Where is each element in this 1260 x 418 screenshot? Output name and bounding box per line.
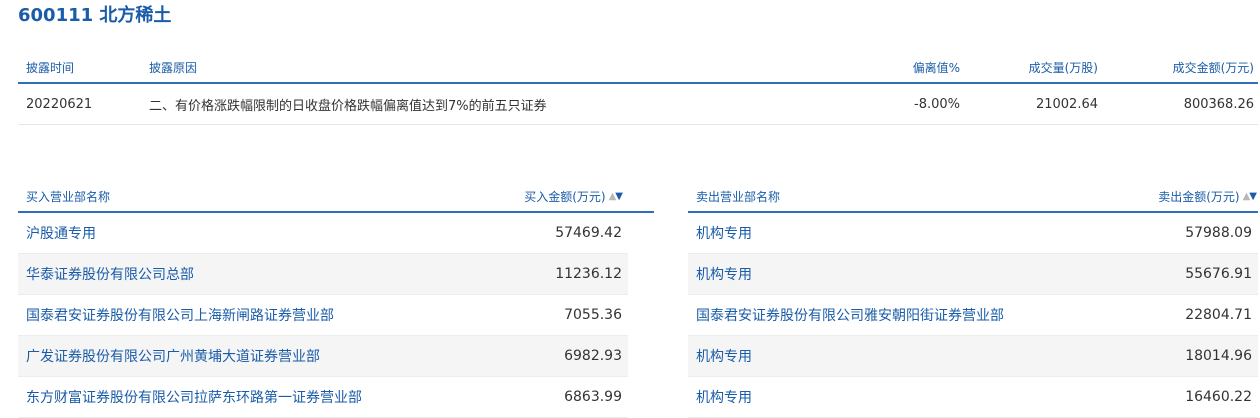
buy-table: 买入营业部名称 买入金额(万元) ▲▼ 沪股通专用 57469.42 华泰证券股… <box>18 181 654 418</box>
table-row: 机构专用 16460.22 <box>688 377 1258 418</box>
sell-branch-link[interactable]: 机构专用 <box>696 254 752 294</box>
buy-table-header: 买入营业部名称 买入金额(万元) ▲▼ <box>18 181 654 213</box>
header-volume[interactable]: 成交量(万股) <box>1029 52 1098 82</box>
buy-branch-link[interactable]: 东方财富证券股份有限公司拉萨东环路第一证券营业部 <box>26 377 362 417</box>
sort-desc-icon[interactable]: ▼ <box>615 191 623 202</box>
sell-amount: 18014.96 <box>1185 348 1252 364</box>
summary-header: 披露时间 披露原因 偏离值% 成交量(万股) 成交金额(万元) <box>18 52 1258 84</box>
buy-branch-link[interactable]: 华泰证券股份有限公司总部 <box>26 254 194 294</box>
header-date: 披露时间 <box>26 60 75 75</box>
sell-table-header: 卖出营业部名称 卖出金额(万元) ▲▼ <box>688 181 1258 213</box>
sell-branch-link[interactable]: 机构专用 <box>696 213 752 253</box>
page-title: 600111 北方稀土 <box>18 5 172 26</box>
buy-header-name: 买入营业部名称 <box>26 189 111 204</box>
buy-amount: 7055.36 <box>564 307 622 323</box>
sell-branch-link[interactable]: 机构专用 <box>696 377 752 417</box>
table-row: 国泰君安证券股份有限公司雅安朝阳街证券营业部 22804.71 <box>688 295 1258 336</box>
table-row: 广发证券股份有限公司广州黄埔大道证券营业部 6982.93 <box>18 336 628 377</box>
buy-amount: 11236.12 <box>555 266 622 282</box>
sort-desc-icon[interactable]: ▼ <box>1249 191 1257 202</box>
buy-branch-link[interactable]: 国泰君安证券股份有限公司上海新闸路证券营业部 <box>26 295 334 335</box>
sell-branch-link[interactable]: 国泰君安证券股份有限公司雅安朝阳街证券营业部 <box>696 295 1004 335</box>
summary-amount: 800368.26 <box>1183 96 1254 112</box>
buy-branch-link[interactable]: 沪股通专用 <box>26 213 96 253</box>
table-row: 华泰证券股份有限公司总部 11236.12 <box>18 254 628 295</box>
summary-volume: 21002.64 <box>1035 96 1098 112</box>
sell-amount: 16460.22 <box>1185 389 1252 405</box>
table-row: 机构专用 18014.96 <box>688 336 1258 377</box>
sell-header-name: 卖出营业部名称 <box>696 189 781 204</box>
buy-amount: 57469.42 <box>555 225 622 241</box>
summary-deviation: -8.00% <box>914 96 960 112</box>
summary-date: 20220621 <box>26 96 93 112</box>
sort-icon[interactable]: ▲▼ <box>609 191 623 202</box>
table-row: 东方财富证券股份有限公司拉萨东环路第一证券营业部 6863.99 <box>18 377 628 418</box>
sell-branch-link[interactable]: 机构专用 <box>696 336 752 376</box>
table-row: 国泰君安证券股份有限公司上海新闸路证券营业部 7055.36 <box>18 295 628 336</box>
sell-header-amount: 卖出金额(万元) <box>1158 189 1240 204</box>
buy-amount: 6863.99 <box>564 389 622 405</box>
buy-header-amount-sort[interactable]: 买入金额(万元) ▲▼ <box>524 181 623 211</box>
summary-row: 20220621 二、有价格涨跌幅限制的日收盘价格跌幅偏离值达到7%的前五只证券… <box>18 84 1258 125</box>
buy-branch-link[interactable]: 广发证券股份有限公司广州黄埔大道证券营业部 <box>26 336 320 376</box>
buy-header-amount: 买入金额(万元) <box>524 189 606 204</box>
buy-amount: 6982.93 <box>564 348 622 364</box>
sort-icon[interactable]: ▲▼ <box>1243 191 1257 202</box>
table-row: 机构专用 57988.09 <box>688 213 1258 254</box>
sell-header-amount-sort[interactable]: 卖出金额(万元) ▲▼ <box>1158 181 1257 211</box>
header-deviation[interactable]: 偏离值% <box>913 52 960 82</box>
sell-amount: 55676.91 <box>1185 266 1252 282</box>
sell-amount: 22804.71 <box>1185 307 1252 323</box>
sell-table: 卖出营业部名称 卖出金额(万元) ▲▼ 机构专用 57988.09 机构专用 5… <box>688 181 1258 418</box>
header-amount[interactable]: 成交金额(万元) <box>1173 52 1254 82</box>
header-reason: 披露原因 <box>149 60 198 75</box>
table-row: 沪股通专用 57469.42 <box>18 213 628 254</box>
table-row: 机构专用 55676.91 <box>688 254 1258 295</box>
sell-amount: 57988.09 <box>1185 225 1252 241</box>
summary-reason: 二、有价格涨跌幅限制的日收盘价格跌幅偏离值达到7%的前五只证券 <box>149 98 547 114</box>
